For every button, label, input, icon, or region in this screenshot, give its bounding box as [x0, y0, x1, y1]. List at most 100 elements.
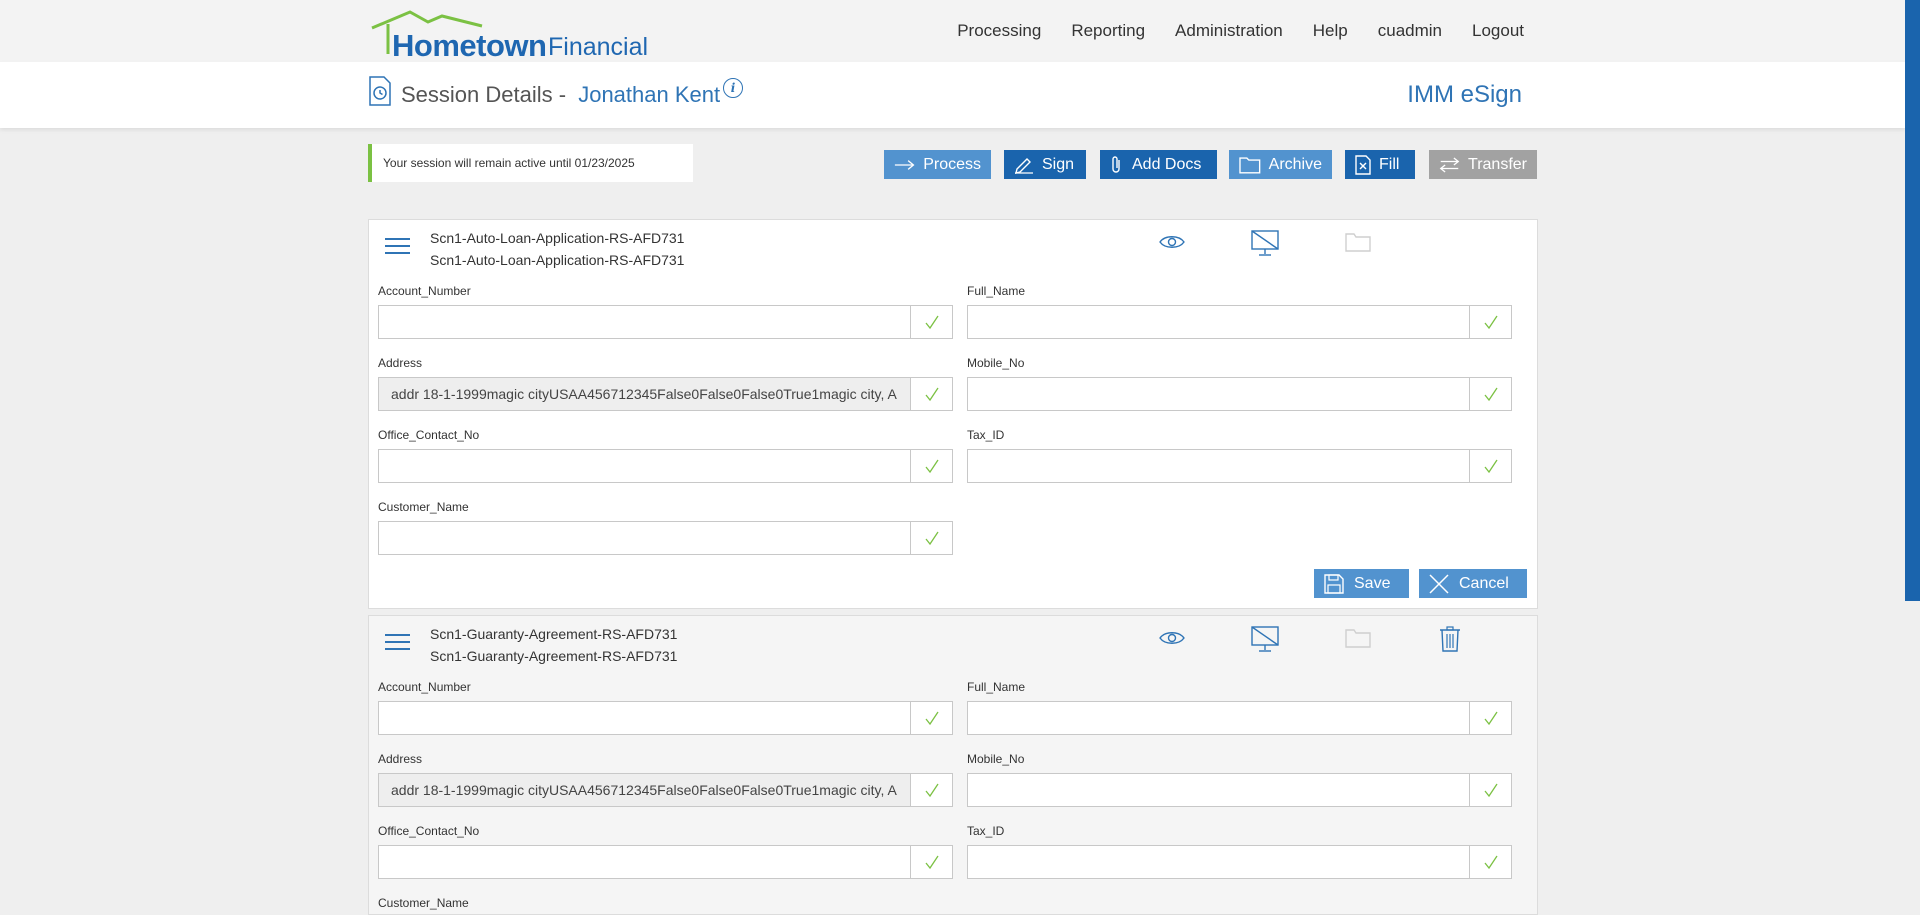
- save-button[interactable]: Save: [1314, 569, 1409, 598]
- mobile-no-label: Mobile_No: [967, 752, 1025, 766]
- full-name-field[interactable]: [967, 305, 1512, 339]
- account-number-field[interactable]: [378, 305, 953, 339]
- office-contact-no-field[interactable]: [378, 449, 953, 483]
- confirm-check-icon[interactable]: [1469, 774, 1511, 806]
- office-contact-no-field[interactable]: [378, 845, 953, 879]
- confirm-check-icon[interactable]: [910, 846, 952, 878]
- confirm-check-icon[interactable]: [1469, 846, 1511, 878]
- nav-logout[interactable]: Logout: [1472, 21, 1524, 41]
- process-button[interactable]: Process: [884, 150, 991, 179]
- brand-name-primary: Hometown: [392, 28, 547, 63]
- folder-icon: [1345, 629, 1371, 648]
- transfer-label: Transfer: [1468, 155, 1527, 173]
- confirm-check-icon[interactable]: [910, 378, 952, 410]
- cancel-button[interactable]: Cancel: [1419, 569, 1527, 598]
- customer-name-label: Customer_Name: [378, 500, 469, 514]
- address-label: Address: [378, 752, 423, 766]
- mobile-no-label: Mobile_No: [967, 356, 1025, 370]
- full-name-label: Full_Name: [967, 284, 1026, 298]
- eye-icon[interactable]: [1159, 630, 1185, 646]
- address-value: addr 18-1-1999magic cityUSAA456712345Fal…: [391, 386, 897, 402]
- confirm-check-icon[interactable]: [1469, 306, 1511, 338]
- arrow-right-icon: [894, 159, 915, 170]
- address-label: Address: [378, 356, 423, 370]
- tax-id-field[interactable]: [967, 449, 1512, 483]
- mobile-no-field[interactable]: [967, 773, 1512, 807]
- nav-processing[interactable]: Processing: [957, 21, 1041, 41]
- confirm-check-icon[interactable]: [910, 522, 952, 554]
- session-notice: Your session will remain active until 01…: [368, 144, 693, 182]
- nav-user[interactable]: cuadmin: [1378, 21, 1442, 41]
- paperclip-icon: [1112, 155, 1120, 173]
- nav-reporting[interactable]: Reporting: [1071, 21, 1145, 41]
- tax-id-field[interactable]: [967, 845, 1512, 879]
- folder-icon: [1239, 156, 1261, 174]
- page-title-label: Session Details -: [401, 82, 567, 107]
- info-icon[interactable]: i: [723, 78, 743, 98]
- pen-icon: [1015, 157, 1033, 174]
- brand-logo[interactable]: Hometown Financial: [370, 10, 648, 63]
- document-card: Scn1-Guaranty-Agreement-RS-AFD731 Scn1-G…: [368, 615, 1538, 915]
- eye-icon[interactable]: [1159, 234, 1185, 250]
- confirm-check-icon[interactable]: [910, 702, 952, 734]
- trash-icon[interactable]: [1439, 626, 1461, 652]
- transfer-button[interactable]: Transfer: [1429, 150, 1537, 179]
- nav-help[interactable]: Help: [1313, 21, 1348, 41]
- confirm-check-icon[interactable]: [1469, 702, 1511, 734]
- process-label: Process: [923, 155, 981, 173]
- document-title: Scn1-Auto-Loan-Application-RS-AFD731 Scn…: [430, 227, 684, 271]
- brand-name-secondary: Financial: [548, 33, 649, 61]
- tax-id-label: Tax_ID: [967, 428, 1005, 442]
- tax-id-label: Tax_ID: [967, 824, 1005, 838]
- archive-button[interactable]: Archive: [1229, 150, 1332, 179]
- address-field[interactable]: addr 18-1-1999magic cityUSAA456712345Fal…: [378, 773, 953, 807]
- office-contact-no-label: Office_Contact_No: [378, 428, 480, 442]
- account-number-field[interactable]: [378, 701, 953, 735]
- confirm-check-icon[interactable]: [910, 306, 952, 338]
- fill-button[interactable]: Fill: [1345, 150, 1415, 179]
- add-docs-button[interactable]: Add Docs: [1100, 150, 1217, 179]
- add-docs-label: Add Docs: [1132, 155, 1202, 173]
- customer-name-field[interactable]: [378, 521, 953, 555]
- mobile-no-field[interactable]: [967, 377, 1512, 411]
- document-card: Scn1-Auto-Loan-Application-RS-AFD731 Scn…: [368, 219, 1538, 609]
- document-title-line1: Scn1-Auto-Loan-Application-RS-AFD731: [430, 230, 685, 246]
- fill-label: Fill: [1379, 155, 1400, 173]
- account-number-label: Account_Number: [378, 284, 471, 298]
- monitor-off-icon[interactable]: [1251, 626, 1279, 652]
- full-name-label: Full_Name: [967, 680, 1026, 694]
- confirm-check-icon[interactable]: [910, 450, 952, 482]
- document-title-line2: Scn1-Guaranty-Agreement-RS-AFD731: [430, 648, 678, 664]
- close-icon: [1429, 573, 1449, 594]
- page-title: Session Details - Jonathan Kent: [401, 82, 720, 108]
- confirm-check-icon[interactable]: [910, 774, 952, 806]
- cancel-label: Cancel: [1459, 574, 1509, 592]
- office-contact-no-label: Office_Contact_No: [378, 824, 480, 838]
- sign-button[interactable]: Sign: [1004, 150, 1086, 179]
- transfer-arrows-icon: [1439, 156, 1460, 173]
- product-name: IMM eSign: [1407, 81, 1522, 108]
- confirm-check-icon[interactable]: [1469, 450, 1511, 482]
- session-history-icon: [369, 76, 391, 106]
- document-title-line1: Scn1-Guaranty-Agreement-RS-AFD731: [430, 626, 678, 642]
- document-title: Scn1-Guaranty-Agreement-RS-AFD731 Scn1-G…: [430, 623, 677, 667]
- customer-name: Jonathan Kent: [578, 82, 721, 107]
- hamburger-menu-icon[interactable]: [385, 634, 410, 655]
- save-label: Save: [1354, 574, 1391, 592]
- account-number-label: Account_Number: [378, 680, 471, 694]
- full-name-field[interactable]: [967, 701, 1512, 735]
- monitor-off-icon[interactable]: [1251, 230, 1279, 256]
- document-title-line2: Scn1-Auto-Loan-Application-RS-AFD731: [430, 252, 685, 268]
- confirm-check-icon[interactable]: [1469, 378, 1511, 410]
- archive-label: Archive: [1268, 155, 1322, 173]
- sign-label: Sign: [1042, 155, 1075, 173]
- scrollbar[interactable]: [1905, 0, 1920, 601]
- hamburger-menu-icon[interactable]: [385, 238, 410, 259]
- floppy-disk-icon: [1324, 573, 1344, 594]
- nav-administration[interactable]: Administration: [1175, 21, 1283, 41]
- customer-name-label: Customer_Name: [378, 896, 469, 910]
- fill-form-icon: [1355, 154, 1371, 175]
- folder-icon: [1345, 233, 1371, 252]
- address-field[interactable]: addr 18-1-1999magic cityUSAA456712345Fal…: [378, 377, 953, 411]
- main-nav: Processing Reporting Administration Help…: [957, 0, 1524, 62]
